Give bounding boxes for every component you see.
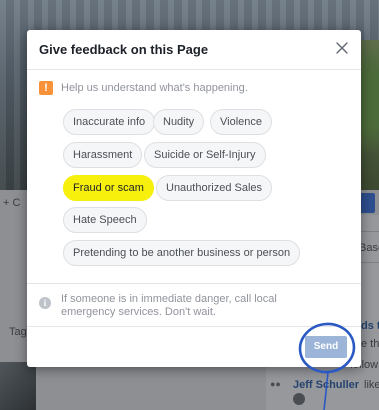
option-unauthorized-sales[interactable]: Unauthorized Sales — [156, 175, 273, 201]
option-hate-speech[interactable]: Hate Speech — [63, 207, 147, 233]
option-inaccurate-info[interactable]: Inaccurate info — [63, 109, 156, 135]
option-violence[interactable]: Violence — [210, 109, 272, 135]
info-icon: i — [39, 297, 51, 309]
info-text: Help us understand what's happening. — [61, 82, 248, 94]
avatar — [293, 393, 305, 405]
background-fragment-basic: Base — [359, 242, 379, 254]
feedback-dialog: Give feedback on this Page × ! Help us u… — [27, 30, 361, 367]
activity-action: likes thi — [364, 379, 379, 391]
send-button[interactable]: Send — [305, 336, 347, 358]
dialog-divider — [27, 326, 361, 327]
activity-name: Jeff Schuller — [293, 379, 360, 391]
option-fraud-or-scam[interactable]: Fraud or scam — [63, 175, 154, 201]
background-thumbnail — [0, 362, 36, 410]
warning-icon: ! — [39, 81, 53, 95]
people-icon: ●● — [270, 379, 281, 389]
option-harassment[interactable]: Harassment — [63, 142, 143, 168]
option-suicide-self-injury[interactable]: Suicide or Self-Injury — [144, 142, 266, 168]
option-impersonation[interactable]: Pretending to be another business or per… — [63, 240, 301, 266]
option-nudity[interactable]: Nudity — [153, 109, 205, 135]
background-fragment-ads: ds to — [361, 320, 379, 332]
background-fragment-tag: Tag — [9, 326, 27, 338]
emergency-notice: If someone is in immediate danger, call … — [61, 293, 277, 318]
dialog-title: Give feedback on this Page — [39, 42, 209, 57]
background-fragment-e-this: e thi — [361, 338, 379, 350]
dialog-divider — [27, 283, 361, 284]
background-fragment-left: + C — [3, 197, 21, 209]
dialog-header: Give feedback on this Page × — [27, 30, 361, 70]
close-icon[interactable]: × — [335, 41, 349, 55]
